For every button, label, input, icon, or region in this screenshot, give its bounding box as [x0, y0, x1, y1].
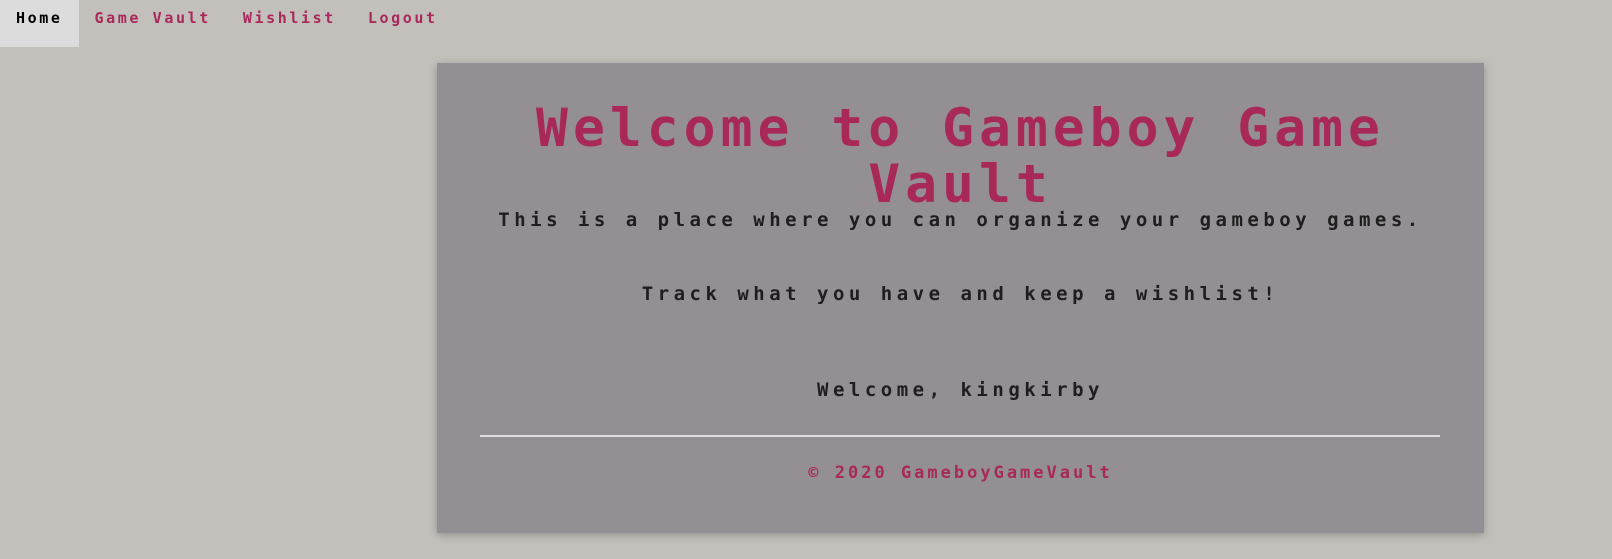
nav-logout[interactable]: Logout	[352, 0, 454, 47]
welcome-user: Welcome, kingkirby	[817, 379, 1104, 401]
nav-game-vault[interactable]: Game Vault	[79, 0, 227, 47]
nav-wishlist[interactable]: Wishlist	[227, 0, 352, 47]
divider	[480, 435, 1440, 437]
page-title: Welcome to Gameboy Game Vault	[536, 98, 1385, 215]
welcome-card: Welcome to Gameboy Game Vault This is a …	[437, 63, 1484, 533]
nav-home[interactable]: Home	[0, 0, 79, 47]
footer-copyright: © 2020 GameboyGameVault	[808, 463, 1113, 483]
top-nav: Home Game Vault Wishlist Logout	[0, 0, 454, 47]
tagline-text: Track what you have and keep a wishlist!	[641, 283, 1280, 305]
intro-text: This is a place where you can organize y…	[498, 209, 1423, 231]
